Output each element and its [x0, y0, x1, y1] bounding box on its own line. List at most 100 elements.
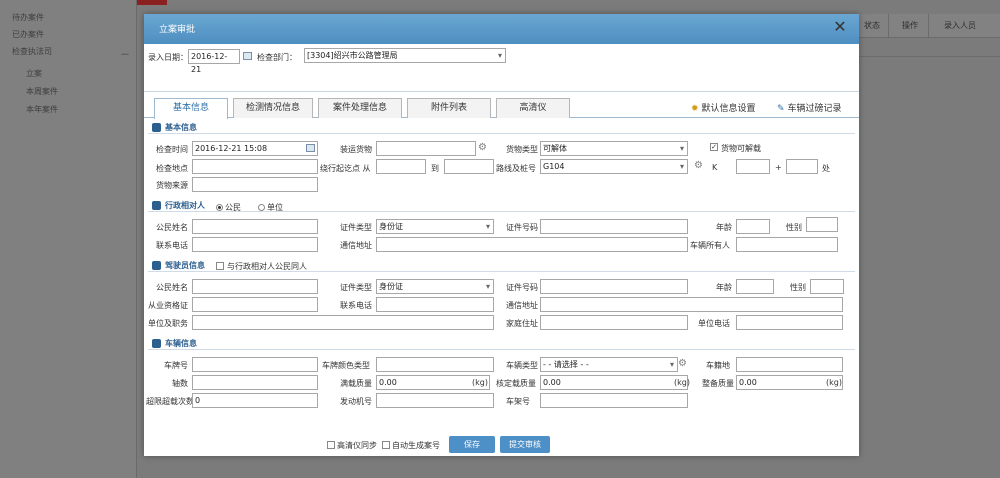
collapse-icon[interactable]: － [120, 46, 130, 61]
k-field[interactable] [736, 159, 770, 174]
close-icon[interactable]: ✕ [833, 19, 847, 35]
party-address-field[interactable] [376, 237, 688, 252]
table-header-cell: 操作 [902, 21, 918, 30]
vehicle-type-select[interactable]: - - 请选择 - - [540, 357, 678, 372]
goods-divisible-label: 货物可解载 [721, 144, 761, 153]
goods-label: 装运货物 [340, 145, 372, 154]
plate-field[interactable] [192, 357, 318, 372]
driver-work-unit-label: 单位及职务 [148, 319, 188, 328]
party-name-field[interactable] [192, 219, 318, 234]
goods-type-select[interactable]: 可解体 [540, 141, 688, 156]
goods-divisible-checkbox[interactable]: ✓ [710, 143, 718, 151]
sidebar-item[interactable]: 待办案件 [12, 12, 44, 23]
rated-weight-field[interactable]: 0.00 [540, 375, 688, 390]
driver-name-field[interactable] [192, 279, 318, 294]
unit-kg: (kg) [674, 378, 690, 387]
hd-sync-label: 高清仪同步 [337, 441, 377, 450]
driver-id-type-label: 证件类型 [340, 283, 372, 292]
gear-icon[interactable]: ⚙ [694, 161, 704, 171]
tab-basic-info[interactable]: 基本信息 [154, 98, 228, 119]
driver-home-addr-label: 家庭住址 [506, 319, 538, 328]
gear-icon[interactable]: ⚙ [478, 143, 488, 153]
driver-address-field[interactable] [540, 297, 843, 312]
driver-home-addr-field[interactable] [540, 315, 688, 330]
driver-qual-field[interactable] [192, 297, 318, 312]
sidebar-item[interactable]: 本周案件 [26, 86, 58, 97]
tab-inspection-info[interactable]: 检测情况信息 [233, 98, 313, 118]
check-dept-select[interactable]: [3304]绍兴市公路管理局 [304, 48, 506, 63]
dialog-topbar: 录入日期： 2016-12-21 检查部门： [3304]绍兴市公路管理局 [144, 44, 859, 92]
party-owner-field[interactable] [736, 237, 838, 252]
reg-place-field[interactable] [736, 357, 843, 372]
calendar-icon[interactable] [243, 52, 252, 60]
same-person-checkbox[interactable] [216, 262, 224, 270]
engine-field[interactable] [376, 393, 494, 408]
party-phone-field[interactable] [192, 237, 318, 252]
driver-work-unit-field[interactable] [192, 315, 494, 330]
default-settings-link[interactable]: ✹ 默认信息设置 [691, 101, 756, 114]
party-address-label: 通信地址 [340, 241, 372, 250]
goods-field[interactable] [376, 141, 476, 156]
section-icon [152, 201, 161, 210]
tab-attachments[interactable]: 附件列表 [407, 98, 491, 118]
party-id-type-label: 证件类型 [340, 223, 372, 232]
party-age-field[interactable] [736, 219, 770, 234]
entry-date-field[interactable]: 2016-12-21 [188, 49, 240, 74]
driver-age-field[interactable] [736, 279, 774, 294]
driver-address-label: 通信地址 [506, 301, 538, 310]
route-select[interactable]: G104 [540, 159, 688, 174]
party-gender-field[interactable] [806, 217, 838, 232]
auto-generate-checkbox[interactable] [382, 441, 390, 449]
sidebar-item[interactable]: 本年案件 [26, 104, 58, 115]
same-person-label: 与行政相对人公民同人 [227, 262, 307, 271]
frame-label: 车架号 [506, 397, 530, 406]
driver-phone-field[interactable] [376, 297, 494, 312]
meter-field[interactable] [786, 159, 818, 174]
axles-field[interactable] [192, 375, 318, 390]
vehicle-type-label: 车辆类型 [506, 361, 538, 370]
sidebar-item[interactable]: 已办案件 [12, 29, 44, 40]
hd-sync-checkbox[interactable] [327, 441, 335, 449]
driver-gender-label: 性别 [790, 283, 806, 292]
party-name-label: 公民姓名 [156, 223, 188, 232]
gear-icon: ✹ [691, 104, 699, 114]
tab-bar: 基本信息 检测情况信息 案件处理信息 附件列表 高清仪 ✹ 默认信息设置 ✎ 车辆过… [144, 92, 859, 119]
section-icon [152, 123, 161, 132]
party-id-type-select[interactable]: 身份证 [376, 219, 494, 234]
detour-to-field[interactable] [444, 159, 494, 174]
party-id-no-field[interactable] [540, 219, 688, 234]
unit-kg: (kg) [472, 378, 488, 387]
location-field[interactable] [192, 159, 318, 174]
sidebar-item[interactable]: 立案 [26, 68, 42, 79]
auto-generate-label: 自动生成案号 [392, 441, 440, 450]
overlimit-field[interactable]: 0 [192, 393, 318, 408]
vehicle-records-link[interactable]: ✎ 车辆过磅记录 [777, 101, 842, 114]
gear-icon[interactable]: ⚙ [678, 359, 688, 369]
tab-hd-device[interactable]: 高清仪 [496, 98, 570, 118]
goods-source-field[interactable] [192, 177, 318, 192]
section-icon [152, 261, 161, 270]
curb-weight-label: 整备质量 [702, 379, 734, 388]
background-table-header: 状态 操作 录入人员 [858, 14, 1000, 38]
frame-field[interactable] [540, 393, 688, 408]
calendar-icon[interactable] [306, 144, 315, 152]
submit-review-button[interactable]: 提交审核 [500, 436, 550, 453]
driver-id-no-label: 证件号码 [506, 283, 538, 292]
driver-phone-label: 联系电话 [340, 301, 372, 310]
dialog-title: 立案审批 [159, 25, 196, 35]
save-button[interactable]: 保存 [449, 436, 495, 453]
driver-gender-field[interactable] [810, 279, 844, 294]
sidebar-item[interactable]: 检查执法司 [12, 46, 52, 57]
detour-from-field[interactable] [376, 159, 426, 174]
section-vehicle: 车辆信息 [148, 338, 855, 350]
driver-name-label: 公民姓名 [156, 283, 188, 292]
driver-id-type-select[interactable]: 身份证 [376, 279, 494, 294]
driver-unit-phone-field[interactable] [736, 315, 843, 330]
plate-type-field[interactable] [376, 357, 494, 372]
radio-unit[interactable] [258, 204, 265, 211]
driver-id-no-field[interactable] [540, 279, 688, 294]
radio-unit-label: 单位 [267, 203, 283, 212]
radio-citizen[interactable] [216, 204, 223, 211]
check-time-field[interactable]: 2016-12-21 15:08 [192, 141, 318, 156]
tab-case-handling[interactable]: 案件处理信息 [318, 98, 402, 118]
